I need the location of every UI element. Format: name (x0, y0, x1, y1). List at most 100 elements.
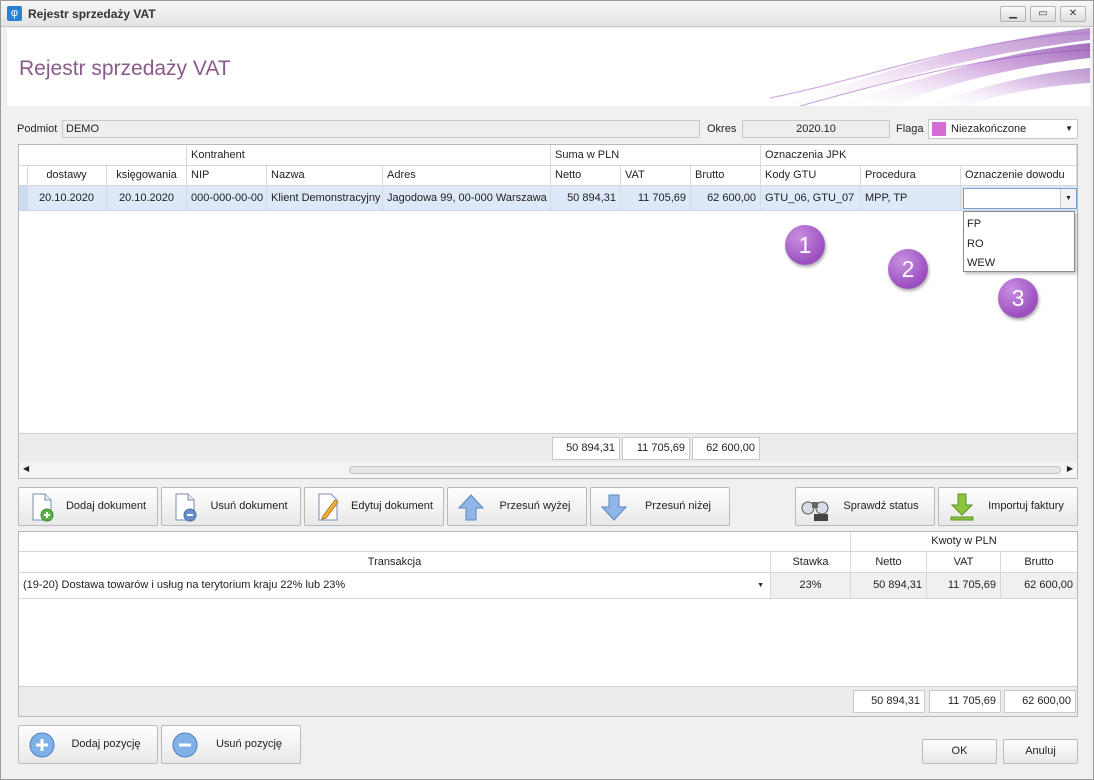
col-netto[interactable]: Netto (851, 552, 927, 572)
row-transakcja[interactable]: (19-20) Dostawa towarów i usług na teryt… (19, 573, 771, 598)
maximize-button[interactable]: ▭ (1030, 6, 1056, 22)
grid-group-header: Kwoty w PLN (19, 532, 1077, 552)
okres-label: Okres (707, 123, 737, 135)
chevron-down-icon[interactable]: ▼ (757, 573, 764, 598)
row-dostawy: 20.10.2020 (27, 186, 107, 210)
row-brutto: 62 600,00 (1001, 573, 1077, 598)
dropdown-option[interactable]: FP (967, 215, 981, 233)
remove-document-label: Usuń dokument (210, 500, 288, 512)
minimize-icon: ▁ (1009, 8, 1017, 19)
row-adres: Jagodowa 99, 00-000 Warszawa (383, 186, 551, 210)
chevron-down-icon[interactable]: ▼ (1060, 189, 1076, 208)
arrow-up-icon (457, 494, 485, 521)
scroll-left-icon[interactable]: ◀ (23, 464, 29, 473)
col-adres[interactable]: Adres (383, 166, 551, 185)
row-brutto: 62 600,00 (691, 186, 761, 210)
col-nip[interactable]: NIP (187, 166, 267, 185)
add-document-label: Dodaj dokument (65, 500, 147, 512)
scroll-thumb[interactable] (349, 466, 1061, 474)
row-netto: 50 894,31 (551, 186, 621, 210)
total-netto: 50 894,31 (853, 690, 925, 713)
col-brutto[interactable]: Brutto (1001, 552, 1077, 572)
col-dowod[interactable]: Oznaczenie dowodu (961, 166, 1077, 185)
edit-document-icon (318, 493, 339, 521)
remove-document-icon (175, 493, 197, 522)
group-kwoty: Kwoty w PLN (931, 535, 997, 547)
table-row[interactable]: 20.10.2020 20.10.2020 000-000-00-00 Klie… (19, 186, 1077, 211)
row-procedura: MPP, TP (861, 186, 961, 210)
group-suma: Suma w PLN (551, 145, 761, 165)
remove-position-button[interactable]: Usuń pozycję (161, 725, 301, 764)
cancel-button[interactable]: Anuluj (1003, 739, 1078, 764)
col-brutto[interactable]: Brutto (691, 166, 761, 185)
col-dostawy[interactable]: dostawy (27, 166, 107, 185)
add-document-button[interactable]: Dodaj dokument (18, 487, 158, 526)
flaga-label: Flaga (896, 123, 924, 135)
check-vat-status-button[interactable]: Sprawdź status VAT (795, 487, 935, 549)
grid-footer: 50 894,31 11 705,69 62 600,00 (19, 433, 1077, 462)
import-invoices-button[interactable]: Importuj faktury (938, 487, 1078, 526)
header-banner: Rejestr sprzedaży VAT (7, 28, 1090, 106)
import-icon (950, 493, 974, 521)
arrow-down-icon (600, 494, 628, 521)
row-nip: 000-000-00-00 (187, 186, 267, 210)
dowod-select[interactable]: ▼ (963, 188, 1077, 209)
flag-color-swatch (932, 122, 946, 136)
dropdown-option[interactable]: RO (967, 235, 984, 253)
edit-document-label: Edytuj dokument (351, 500, 433, 512)
transactions-grid: Kwoty w PLN Transakcja Stawka Netto VAT … (18, 531, 1078, 717)
col-netto[interactable]: Netto (551, 166, 621, 185)
col-nazwa[interactable]: Nazwa (267, 166, 383, 185)
podmiot-field[interactable]: DEMO (62, 120, 700, 138)
move-up-button[interactable]: Przesuń wyżej (447, 487, 587, 526)
close-button[interactable]: ✕ (1060, 6, 1086, 22)
import-invoices-label: Importuj faktury (988, 500, 1064, 512)
minimize-button[interactable]: ▁ (1000, 6, 1026, 22)
row-vat: 11 705,69 (621, 186, 691, 210)
table-row[interactable]: (19-20) Dostawa towarów i usług na teryt… (19, 573, 1077, 599)
page-title: Rejestr sprzedaży VAT (19, 57, 231, 80)
edit-document-button[interactable]: Edytuj dokument (304, 487, 444, 526)
remove-document-button[interactable]: Usuń dokument (161, 487, 301, 526)
chevron-down-icon: ▼ (1065, 124, 1073, 133)
total-brutto: 62 600,00 (1004, 690, 1076, 713)
move-up-label: Przesuń wyżej (499, 500, 571, 512)
group-jpk: Oznaczenia JPK (761, 145, 1077, 165)
row-nazwa: Klient Demonstracyjny (267, 186, 383, 210)
col-transakcja[interactable]: Transakcja (19, 552, 771, 572)
col-stawka[interactable]: Stawka (771, 552, 851, 572)
move-down-button[interactable]: Przesuń niżej (590, 487, 730, 526)
marker-1: 1 (785, 225, 825, 265)
window: φ Rejestr sprzedaży VAT ▁ ▭ ✕ Rejestr sp… (0, 0, 1094, 780)
total-vat: 11 705,69 (622, 437, 690, 460)
col-gtu[interactable]: Kody GTU (761, 166, 861, 185)
col-ksiegowania[interactable]: księgowania (107, 166, 187, 185)
row-vat: 11 705,69 (927, 573, 1001, 598)
remove-position-label: Usuń pozycję (215, 738, 283, 750)
col-vat[interactable]: VAT (927, 552, 1001, 572)
dowod-dropdown-list: FP RO WEW (963, 211, 1075, 272)
plus-circle-icon (29, 732, 55, 758)
ok-button[interactable]: OK (922, 739, 997, 764)
okres-field[interactable]: 2020.10 (742, 120, 890, 138)
grid-group-header: Kontrahent Suma w PLN Oznaczenia JPK (19, 145, 1077, 166)
dropdown-option[interactable]: WEW (967, 254, 995, 272)
title-bar: φ Rejestr sprzedaży VAT ▁ ▭ ✕ (1, 1, 1093, 27)
row-gtu: GTU_06, GTU_07 (761, 186, 861, 210)
podmiot-label: Podmiot (17, 123, 58, 135)
col-procedura[interactable]: Procedura (861, 166, 961, 185)
grid-column-header: Transakcja Stawka Netto VAT Brutto (19, 552, 1077, 573)
col-vat[interactable]: VAT (621, 166, 691, 185)
scroll-right-icon[interactable]: ▶ (1067, 464, 1073, 473)
grid-column-header: dostawy księgowania NIP Nazwa Adres Nett… (19, 166, 1077, 186)
marker-2: 2 (888, 249, 928, 289)
maximize-icon: ▭ (1038, 8, 1048, 19)
horizontal-scrollbar[interactable]: ◀ ▶ (19, 462, 1077, 478)
decorative-swirl (770, 28, 1090, 106)
flaga-select[interactable]: Niezakończone ▼ (928, 119, 1078, 139)
add-position-button[interactable]: Dodaj pozycję (18, 725, 158, 764)
row-stawka: 23% (771, 573, 851, 598)
move-down-label: Przesuń niżej (644, 500, 712, 512)
row-netto: 50 894,31 (851, 573, 927, 598)
documents-grid: Kontrahent Suma w PLN Oznaczenia JPK dos… (18, 144, 1078, 479)
